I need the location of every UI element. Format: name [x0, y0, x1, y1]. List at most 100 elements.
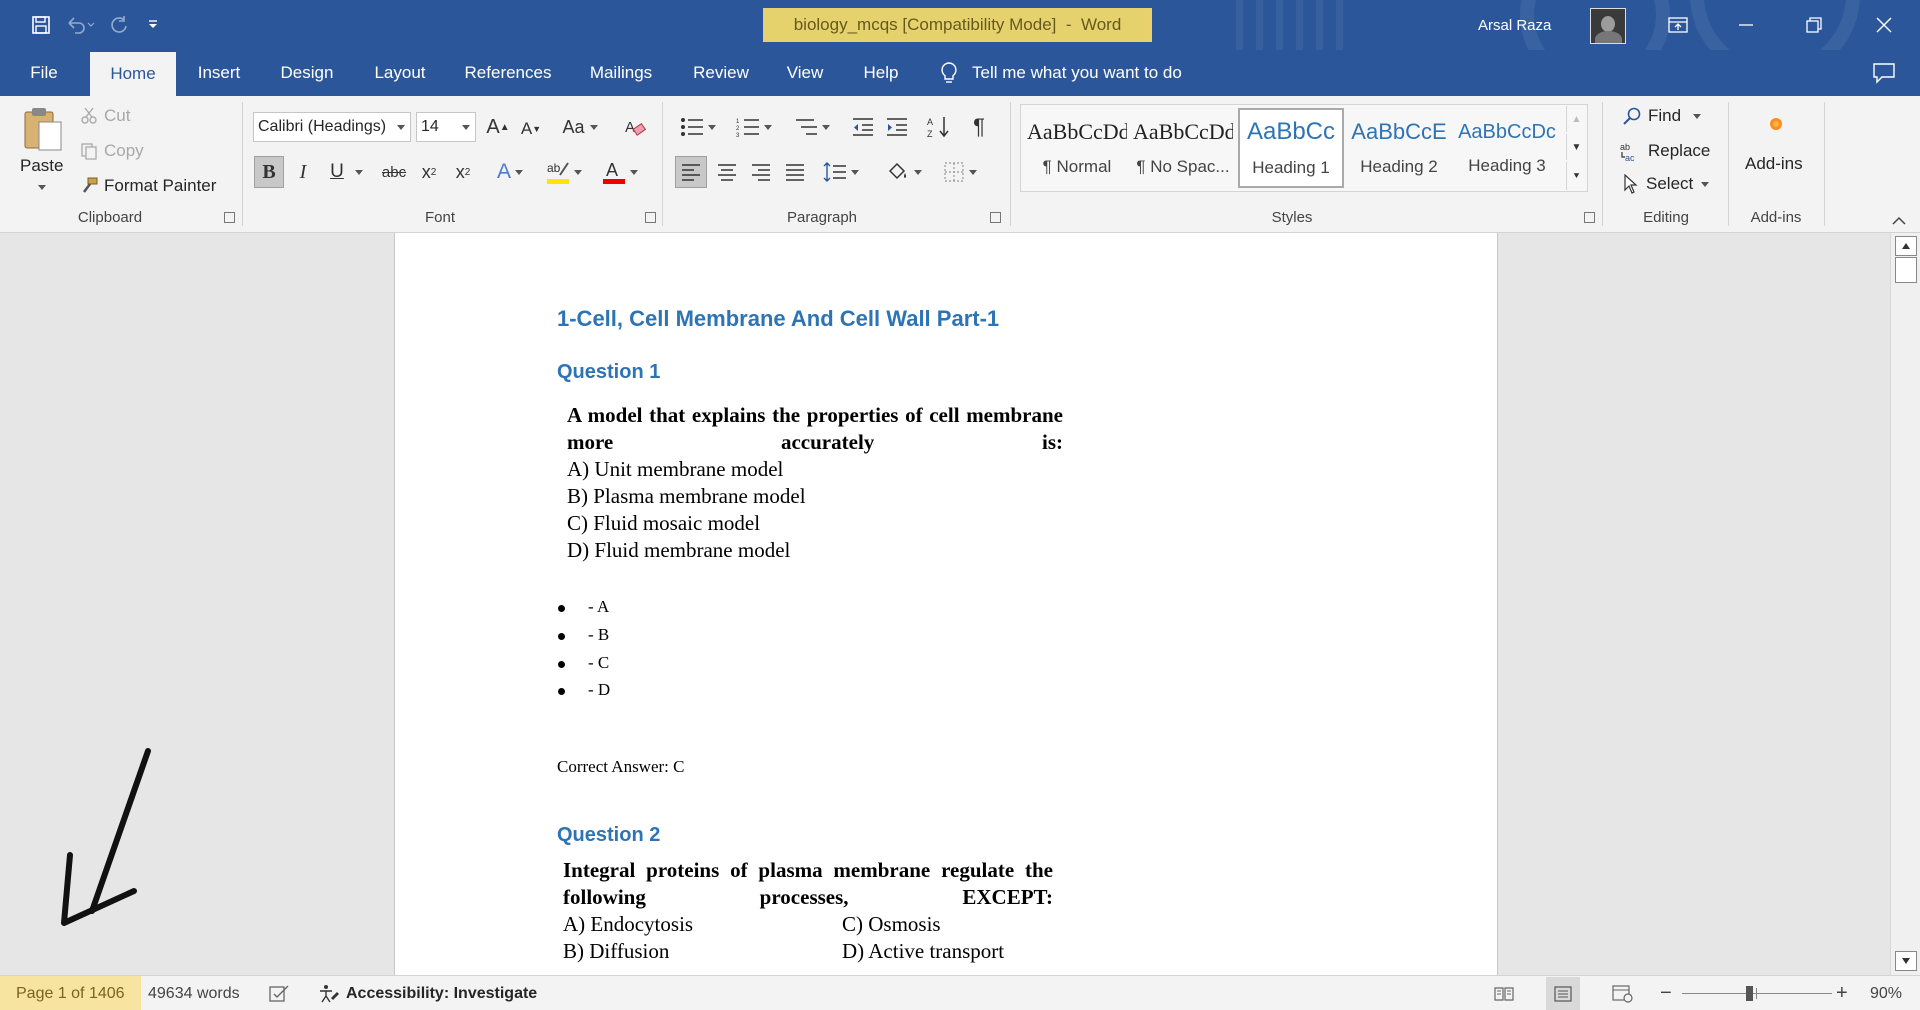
- style-heading-3[interactable]: AaBbCcDc Heading 3: [1454, 108, 1560, 188]
- styles-scroll-down-icon[interactable]: ▼: [1566, 134, 1586, 160]
- web-layout-icon[interactable]: [1612, 976, 1634, 1010]
- format-painter-button[interactable]: Format Painter: [80, 176, 216, 196]
- align-left-button[interactable]: [675, 156, 707, 188]
- style-name: ¶ No Spac...: [1136, 157, 1230, 176]
- align-right-button[interactable]: [745, 156, 777, 188]
- font-name-combo[interactable]: Calibri (Headings): [253, 112, 411, 142]
- shading-button[interactable]: [880, 156, 928, 188]
- page-indicator[interactable]: Page 1 of 1406: [0, 976, 141, 1010]
- close-icon[interactable]: [1850, 0, 1918, 50]
- decrease-indent-icon[interactable]: [848, 112, 878, 142]
- cut-button[interactable]: Cut: [80, 106, 130, 126]
- document-page[interactable]: 1-Cell, Cell Membrane And Cell Wall Part…: [394, 233, 1498, 975]
- tab-insert[interactable]: Insert: [184, 50, 254, 96]
- cursor-icon: [1624, 174, 1638, 194]
- print-layout-icon[interactable]: [1546, 977, 1580, 1010]
- copy-button[interactable]: Copy: [80, 141, 144, 161]
- clipboard-launcher-icon[interactable]: [224, 212, 235, 223]
- strikethrough-button[interactable]: abc: [378, 156, 410, 188]
- document-name: biology_mcqs [Compatibility Mode]: [793, 15, 1057, 34]
- tab-review[interactable]: Review: [684, 50, 758, 96]
- change-case-button[interactable]: Aa: [558, 112, 602, 142]
- tab-layout[interactable]: Layout: [360, 50, 440, 96]
- font-launcher-icon[interactable]: [645, 212, 656, 223]
- tab-design[interactable]: Design: [266, 50, 348, 96]
- minimize-icon[interactable]: [1712, 0, 1780, 50]
- accessibility-checker[interactable]: Accessibility: Investigate: [318, 976, 537, 1010]
- bullets-button[interactable]: [676, 112, 720, 142]
- word-count[interactable]: 49634 words: [148, 976, 240, 1010]
- style-heading-1[interactable]: AaBbCc Heading 1: [1238, 108, 1344, 188]
- comments-icon[interactable]: [1872, 62, 1896, 84]
- text-effects-button[interactable]: A: [490, 156, 530, 188]
- save-icon[interactable]: [24, 8, 58, 42]
- paint-bucket-icon: [888, 162, 906, 180]
- show-formatting-marks-icon[interactable]: ¶: [964, 112, 994, 142]
- multilevel-list-button[interactable]: [788, 112, 836, 142]
- tab-mailings[interactable]: Mailings: [578, 50, 664, 96]
- redo-icon[interactable]: [102, 8, 136, 42]
- superscript-button[interactable]: x2: [448, 156, 478, 188]
- styles-scroll-up-icon[interactable]: ▲: [1566, 106, 1586, 132]
- tab-file[interactable]: File: [14, 50, 74, 96]
- style-no-spacing[interactable]: AaBbCcDd ¶ No Spac...: [1130, 108, 1236, 188]
- tab-view[interactable]: View: [774, 50, 836, 96]
- user-name[interactable]: Arsal Raza: [1478, 0, 1551, 50]
- borders-button[interactable]: [936, 156, 984, 188]
- underline-dropdown-icon[interactable]: [352, 156, 366, 188]
- line-spacing-button[interactable]: [818, 156, 864, 188]
- font-name-value: Calibri (Headings): [258, 118, 387, 135]
- tab-references[interactable]: References: [454, 50, 562, 96]
- zoom-in-icon[interactable]: +: [1836, 976, 1848, 1010]
- font-color-button[interactable]: A: [598, 156, 642, 188]
- bold-button[interactable]: B: [254, 156, 284, 188]
- paste-dropdown-icon[interactable]: [36, 182, 48, 192]
- collapse-ribbon-icon[interactable]: [1890, 214, 1908, 228]
- font-size-combo[interactable]: 14: [416, 112, 476, 142]
- addins-icon[interactable]: [1766, 114, 1786, 134]
- restore-icon[interactable]: [1780, 0, 1848, 50]
- undo-icon[interactable]: [58, 8, 102, 42]
- document-canvas[interactable]: 1-Cell, Cell Membrane And Cell Wall Part…: [0, 233, 1890, 975]
- paragraph-launcher-icon[interactable]: [990, 212, 1001, 223]
- clear-formatting-icon[interactable]: A: [620, 112, 650, 142]
- select-button[interactable]: Select: [1622, 174, 1710, 194]
- zoom-level[interactable]: 90%: [1870, 976, 1902, 1010]
- align-center-button[interactable]: [711, 156, 743, 188]
- style-normal[interactable]: AaBbCcDd ¶ Normal: [1024, 108, 1130, 188]
- zoom-slider-thumb[interactable]: [1746, 986, 1753, 1001]
- increase-indent-icon[interactable]: [882, 112, 912, 142]
- find-button[interactable]: Find: [1622, 106, 1702, 126]
- shrink-font-icon[interactable]: A ▼: [518, 114, 544, 144]
- scroll-up-icon[interactable]: [1895, 236, 1917, 256]
- sort-icon[interactable]: AZ: [924, 112, 954, 142]
- numbering-button[interactable]: 123: [730, 112, 778, 142]
- scroll-thumb[interactable]: [1895, 257, 1917, 283]
- styles-more-icon[interactable]: ⯆: [1566, 162, 1586, 190]
- read-mode-icon[interactable]: [1494, 976, 1514, 1010]
- proofing-icon[interactable]: [268, 976, 290, 1010]
- change-case-label: Aa: [562, 116, 585, 137]
- replace-button[interactable]: ab ac Replace: [1620, 140, 1710, 162]
- paste-button[interactable]: Paste: [20, 156, 63, 176]
- italic-button[interactable]: I: [289, 156, 317, 188]
- ribbon-display-icon[interactable]: [1644, 0, 1712, 50]
- zoom-out-icon[interactable]: −: [1660, 976, 1672, 1010]
- tell-me-search[interactable]: Tell me what you want to do: [940, 50, 1182, 96]
- avatar[interactable]: [1590, 8, 1626, 44]
- grow-font-icon[interactable]: A ▲: [484, 112, 512, 142]
- zoom-slider[interactable]: [1682, 976, 1832, 1010]
- styles-launcher-icon[interactable]: [1584, 212, 1595, 223]
- paste-icon[interactable]: [18, 104, 68, 154]
- style-heading-2[interactable]: AaBbCcE Heading 2: [1346, 108, 1452, 188]
- subscript-button[interactable]: x2: [414, 156, 444, 188]
- highlight-color-button[interactable]: ab: [542, 156, 586, 188]
- underline-button[interactable]: U: [322, 156, 352, 188]
- customize-qat-icon[interactable]: [136, 8, 170, 42]
- addins-button[interactable]: Add-ins: [1745, 154, 1803, 174]
- vertical-scrollbar[interactable]: [1890, 233, 1920, 975]
- tab-home[interactable]: Home: [90, 52, 176, 96]
- tab-help[interactable]: Help: [852, 50, 910, 96]
- scroll-down-icon[interactable]: [1895, 951, 1917, 971]
- justify-button[interactable]: [779, 156, 811, 188]
